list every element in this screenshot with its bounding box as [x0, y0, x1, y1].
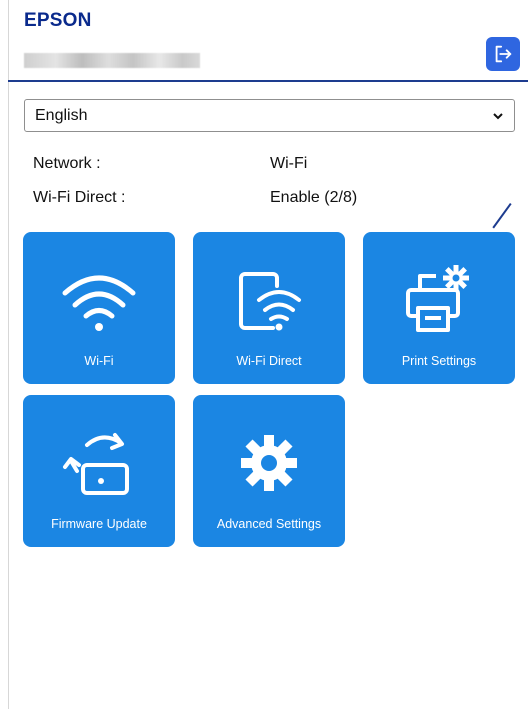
- tile-wifi-label: Wi-Fi: [84, 354, 114, 368]
- tile-wifi[interactable]: Wi-Fi: [23, 232, 175, 384]
- page-border: [8, 0, 9, 709]
- tile-wifi-direct-label: Wi-Fi Direct: [236, 354, 302, 368]
- printer-model-name: [24, 53, 200, 68]
- tile-advanced-settings-label: Advanced Settings: [216, 517, 322, 531]
- wifi-direct-label: Wi-Fi Direct :: [33, 189, 126, 206]
- brand-logo: EPSON: [24, 10, 92, 31]
- print-settings-icon: [406, 265, 469, 332]
- header-divider: [8, 80, 528, 82]
- tile-firmware-update[interactable]: Firmware Update: [23, 395, 175, 547]
- tile-print-settings-label: Print Settings: [401, 354, 477, 368]
- wifi-direct-icon: [239, 272, 301, 331]
- network-label: Network :: [33, 155, 101, 172]
- language-select[interactable]: English: [24, 99, 515, 132]
- chevron-down-icon: [493, 112, 503, 119]
- firmware-update-icon: [63, 433, 129, 495]
- logout-button[interactable]: [486, 37, 520, 71]
- tile-advanced-settings[interactable]: Advanced Settings: [193, 395, 345, 547]
- tile-print-settings[interactable]: Print Settings: [363, 232, 515, 384]
- network-value: Wi-Fi: [270, 155, 308, 172]
- decorative-line: [492, 203, 512, 229]
- wifi-icon: [62, 275, 136, 331]
- tile-wifi-direct[interactable]: Wi-Fi Direct: [193, 232, 345, 384]
- wifi-direct-value: Enable (2/8): [270, 189, 358, 206]
- language-selected-value: English: [35, 106, 88, 124]
- tile-firmware-update-label: Firmware Update: [51, 517, 147, 531]
- logout-icon: [495, 45, 512, 63]
- gear-icon: [241, 435, 297, 491]
